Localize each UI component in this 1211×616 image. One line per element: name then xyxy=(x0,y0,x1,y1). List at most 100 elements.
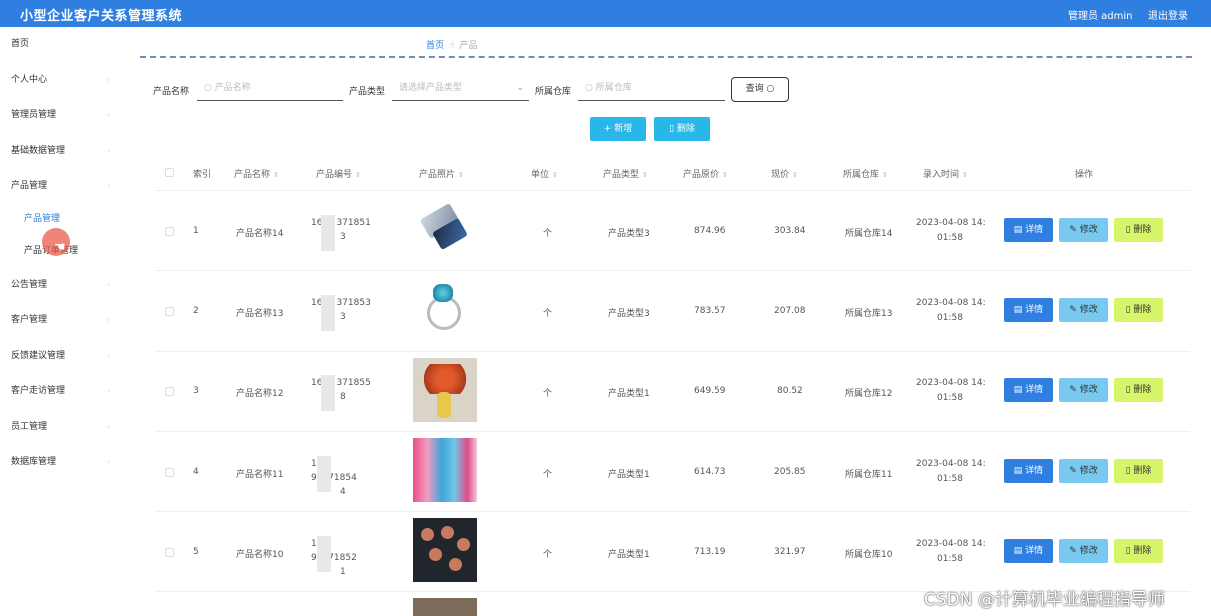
sort-icon: ⇕ xyxy=(962,171,968,179)
col-header-photo[interactable]: 产品照片 ⇕ xyxy=(419,167,464,180)
hand-icon: ☝ xyxy=(449,41,455,51)
product-photo xyxy=(413,278,477,342)
cell-type: 产品类型1 xyxy=(608,550,650,560)
redaction-blur xyxy=(321,215,335,251)
delete-button[interactable]: ▯ 删除 xyxy=(1114,218,1163,242)
batch-delete-label: 删除 xyxy=(676,124,695,134)
sidebar-item-label: 客户走访管理 xyxy=(11,386,66,396)
warehouse-input[interactable]: ○ 所属仓库 xyxy=(578,78,725,101)
query-button[interactable]: 查询 ○ xyxy=(731,77,789,102)
cell-type: 产品类型3 xyxy=(608,309,650,319)
product-type-select[interactable]: 请选择产品类型 ⌄ xyxy=(392,78,529,101)
select-all-checkbox[interactable] xyxy=(165,168,174,177)
add-button[interactable]: + 新增 xyxy=(590,117,646,141)
sidebar-item-label: 客户管理 xyxy=(11,315,48,325)
header-label: 索引 xyxy=(193,170,212,180)
product-photo xyxy=(413,598,477,616)
add-button-label: 新增 xyxy=(614,124,633,134)
detail-button[interactable]: ▤ 详情 xyxy=(1004,459,1053,483)
sort-icon: ⇕ xyxy=(458,171,464,179)
sidebar-item-profile[interactable]: 个人中心 › xyxy=(0,69,124,91)
cell-time-clock: 01:58 xyxy=(937,393,963,403)
sidebar-item-staff[interactable]: 员工管理 › xyxy=(0,416,124,438)
delete-button[interactable]: ▯ 删除 xyxy=(1114,298,1163,322)
header-label: 现价 xyxy=(771,170,790,180)
cell-time-clock: 01:58 xyxy=(937,474,963,484)
header-label: 产品类型 xyxy=(603,170,640,180)
doc-icon: ▤ xyxy=(1013,385,1026,395)
col-header-warehouse[interactable]: 所属仓库 ⇕ xyxy=(843,167,888,180)
col-header-type[interactable]: 产品类型 ⇕ xyxy=(603,167,648,180)
col-header-unit[interactable]: 单位 ⇕ xyxy=(531,167,558,180)
sidebar-item-label: 产品管理 xyxy=(11,181,48,191)
detail-button[interactable]: ▤ 详情 xyxy=(1004,298,1053,322)
sidebar-item-products[interactable]: 产品管理 › xyxy=(0,175,124,197)
col-header-name[interactable]: 产品名称 ⇕ xyxy=(234,167,279,180)
delete-button[interactable]: ▯ 删除 xyxy=(1114,459,1163,483)
sidebar-item-visits[interactable]: 客户走访管理 › xyxy=(0,380,124,402)
cell-type: 产品类型1 xyxy=(608,470,650,480)
row-checkbox[interactable] xyxy=(165,468,174,477)
cell-price: 205.85 xyxy=(774,467,806,477)
sidebar-item-customers[interactable]: 客户管理 › xyxy=(0,309,124,331)
sidebar-subitem-product-manage[interactable]: 产品管理 xyxy=(0,208,124,230)
row-checkbox[interactable] xyxy=(165,307,174,316)
app-title: 小型企业客户关系管理系统 xyxy=(20,9,183,24)
cell-time-clock: 01:58 xyxy=(937,554,963,564)
col-header-code[interactable]: 产品编号 ⇕ xyxy=(316,167,361,180)
sidebar-item-database[interactable]: 数据库管理 › xyxy=(0,451,124,473)
cell-orig-price: 649.59 xyxy=(694,386,726,396)
sidebar-item-label: 数据库管理 xyxy=(11,457,57,467)
cell-index: 1 xyxy=(193,226,199,236)
admin-label[interactable]: 管理员 admin xyxy=(1068,7,1133,22)
code-part: 1 xyxy=(340,567,346,577)
redaction-blur xyxy=(321,375,335,411)
delete-label: 删除 xyxy=(1133,225,1152,235)
sidebar-item-feedback[interactable]: 反馈建议管理 › xyxy=(0,345,124,367)
sidebar-item-notices[interactable]: 公告管理 › xyxy=(0,274,124,296)
edit-label: 修改 xyxy=(1079,305,1098,315)
cell-type: 产品类型1 xyxy=(608,389,650,399)
cell-price: 80.52 xyxy=(777,386,803,396)
cell-warehouse: 所属仓库12 xyxy=(845,389,893,399)
edit-button[interactable]: ✎ 修改 xyxy=(1059,378,1108,402)
detail-button[interactable]: ▤ 详情 xyxy=(1004,378,1053,402)
edit-button[interactable]: ✎ 修改 xyxy=(1059,218,1108,242)
col-header-time[interactable]: 录入时间 ⇕ xyxy=(923,167,968,180)
col-header-price[interactable]: 现价 ⇕ xyxy=(771,167,798,180)
sidebar-item-home[interactable]: 首页 xyxy=(0,33,124,55)
logout-link[interactable]: 退出登录 xyxy=(1148,7,1188,22)
sidebar-item-admins[interactable]: 管理员管理 › xyxy=(0,104,124,126)
top-bar: 小型企业客户关系管理系统 管理员 admin 退出登录 xyxy=(0,0,1211,27)
row-checkbox[interactable] xyxy=(165,548,174,557)
delete-button[interactable]: ▯ 删除 xyxy=(1114,378,1163,402)
doc-icon: ▤ xyxy=(1013,225,1026,235)
code-part: 3 xyxy=(340,232,346,242)
batch-delete-button[interactable]: ▯ 删除 xyxy=(654,117,710,141)
edit-icon: ✎ xyxy=(1069,225,1080,235)
header-label: 录入时间 xyxy=(923,170,960,180)
delete-label: 删除 xyxy=(1133,546,1152,556)
code-part: 8 xyxy=(340,392,346,402)
sort-icon: ⇕ xyxy=(273,171,279,179)
edit-button[interactable]: ✎ 修改 xyxy=(1059,539,1108,563)
cell-unit: 个 xyxy=(543,229,553,239)
edit-button[interactable]: ✎ 修改 xyxy=(1059,459,1108,483)
delete-button[interactable]: ▯ 删除 xyxy=(1114,539,1163,563)
product-photo xyxy=(413,198,477,262)
cell-index: 4 xyxy=(193,467,199,477)
cell-time-clock: 01:58 xyxy=(937,233,963,243)
row-checkbox[interactable] xyxy=(165,387,174,396)
product-name-input[interactable]: ○ 产品名称 xyxy=(197,78,343,101)
cell-price: 303.84 xyxy=(774,226,806,236)
detail-button[interactable]: ▤ 详情 xyxy=(1004,218,1053,242)
row-checkbox[interactable] xyxy=(165,227,174,236)
col-header-orig-price[interactable]: 产品原价 ⇕ xyxy=(683,167,728,180)
col-header-actions: 操作 xyxy=(1075,167,1093,180)
detail-button[interactable]: ▤ 详情 xyxy=(1004,539,1053,563)
breadcrumb-home[interactable]: 首页 xyxy=(426,41,444,51)
edit-button[interactable]: ✎ 修改 xyxy=(1059,298,1108,322)
sidebar-item-base-data[interactable]: 基础数据管理 › xyxy=(0,140,124,162)
search-icon: ○ xyxy=(766,84,775,94)
cell-index: 3 xyxy=(193,386,199,396)
